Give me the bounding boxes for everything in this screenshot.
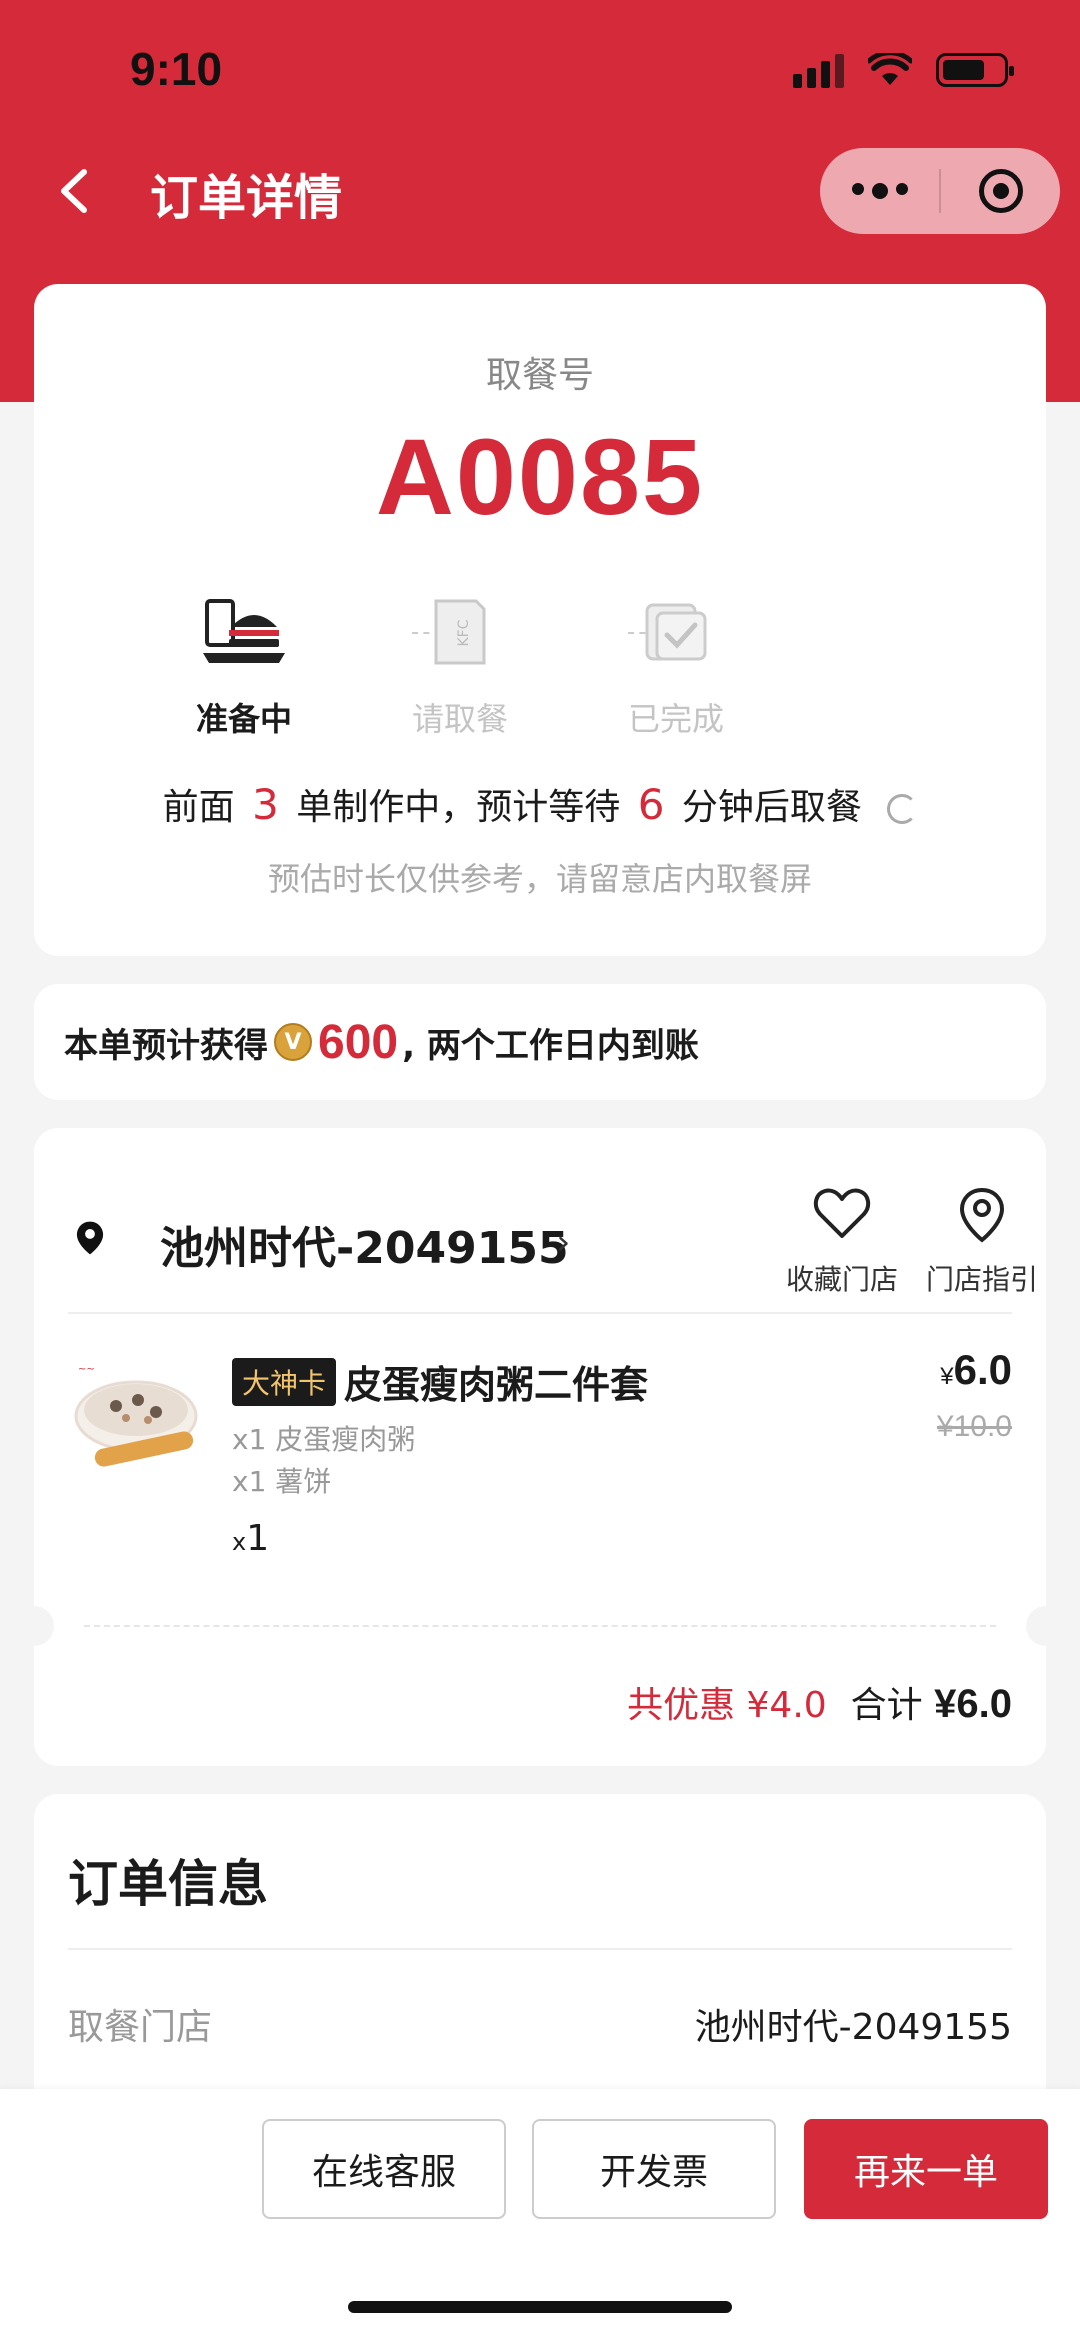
info-key: 取餐门店 — [68, 2007, 213, 2048]
ticket-notch-right — [1026, 1606, 1066, 1646]
item-component: x1 皮蛋瘦肉粥 — [232, 1423, 416, 1456]
wait-suffix: 分钟后取餐 — [681, 787, 862, 828]
step-preparing: 准备中 — [164, 592, 324, 740]
battery-icon — [936, 53, 1014, 87]
item-original-price: ¥10.0 — [936, 1410, 1012, 1443]
food-tray-icon — [203, 599, 285, 663]
reorder-button[interactable]: 再来一单 — [804, 2119, 1048, 2219]
info-value: 池州时代-2049155 — [694, 2007, 1012, 2048]
online-service-button[interactable]: 在线客服 — [262, 2119, 506, 2219]
map-pin-outline-icon — [959, 1187, 1005, 1243]
points-amount: 600 — [318, 1015, 399, 1069]
pickup-card: 取餐号 A0085 准备中 KFC 请取餐 已完成 前面 3 单制作中，预计等待… — [34, 284, 1046, 956]
status-time: 9:10 — [130, 43, 223, 95]
item-name: 皮蛋瘦肉粥二件套 — [344, 1363, 649, 1407]
wait-prefix: 前面 — [162, 787, 235, 828]
invoice-button[interactable]: 开发票 — [532, 2119, 776, 2219]
wait-note: 预估时长仅供参考，请留意店内取餐屏 — [267, 860, 812, 898]
status-bar: 9:10 — [0, 0, 1080, 140]
cellular-signal-icon — [793, 52, 844, 88]
order-totals: 共优惠 ¥4.0 合计 ¥6.0 — [627, 1676, 1012, 1728]
store-guide-button[interactable]: 门店指引 — [922, 1186, 1042, 1298]
orders-ahead: 3 — [252, 780, 279, 829]
step-label: 已完成 — [627, 700, 724, 738]
membership-badge: 大神卡 — [232, 1358, 337, 1406]
points-card: 本单预计获得 V 600 , 两个工作日内到账 — [34, 984, 1046, 1100]
kfc-bag-icon: KFC — [434, 599, 486, 665]
v-coin-icon: V — [274, 1023, 312, 1061]
heart-icon — [813, 1188, 871, 1238]
points-suffix: , 两个工作日内到账 — [402, 1025, 699, 1066]
order-info-title: 订单信息 — [68, 1855, 268, 1913]
wifi-icon — [868, 53, 912, 85]
wait-middle: 单制作中，预计等待 — [296, 787, 621, 828]
location-pin-icon — [76, 1221, 104, 1255]
step-completed: 已完成 — [596, 592, 756, 740]
points-prefix: 本单预计获得 — [64, 1025, 268, 1066]
back-arrow-icon[interactable] — [52, 168, 98, 214]
wait-minutes: 6 — [637, 780, 665, 829]
order-items-card: 池州时代-2049155 › 收藏门店 门店指引 ~~ 大神卡 皮蛋瘦肉粥二件套… — [14, 1128, 1066, 1766]
item-price: ¥6.0 — [940, 1346, 1012, 1394]
discount-total: 共优惠 ¥4.0 — [627, 1685, 827, 1726]
sum-value: ¥6.0 — [934, 1682, 1012, 1726]
svg-text:KFC: KFC — [456, 619, 472, 646]
store-guide-label: 门店指引 — [925, 1263, 1038, 1296]
favorite-store-label: 收藏门店 — [785, 1263, 898, 1296]
home-indicator[interactable] — [348, 2301, 732, 2313]
step-ready: KFC 请取餐 — [380, 592, 540, 740]
qty-value: 1 — [246, 1518, 270, 1559]
pickup-number: A0085 — [375, 416, 705, 537]
sum-label: 合计 ¥6.0 — [851, 1676, 1012, 1728]
more-icon[interactable] — [820, 183, 939, 199]
perforation-divider — [84, 1625, 996, 1627]
pickup-label: 取餐号 — [485, 355, 594, 396]
currency-symbol: ¥ — [940, 1363, 954, 1390]
close-miniprogram-icon[interactable] — [941, 169, 1060, 213]
svg-text:~~: ~~ — [78, 1364, 95, 1375]
congee-product-image: ~~ — [74, 1364, 198, 1467]
refresh-icon[interactable] — [887, 794, 918, 824]
mini-program-capsule — [820, 148, 1060, 234]
ticket-notch-left — [14, 1606, 54, 1646]
wait-status: 前面 3 单制作中，预计等待 6 分钟后取餐 — [34, 778, 1046, 830]
checkmark-cup-icon — [645, 603, 707, 661]
page-title: 订单详情 — [150, 170, 343, 226]
nav-bar: 订单详情 — [0, 140, 1080, 240]
sum-label-text: 合计 — [850, 1685, 923, 1726]
step-label: 请取餐 — [411, 700, 508, 738]
price-value: 6.0 — [953, 1346, 1012, 1393]
store-row[interactable]: 池州时代-2049155 › 收藏门店 门店指引 — [68, 1178, 1038, 1308]
qty-prefix: x — [232, 1528, 247, 1556]
chevron-right-icon: › — [556, 1222, 571, 1263]
step-label: 准备中 — [195, 700, 292, 738]
item-component: x1 薯饼 — [232, 1465, 332, 1498]
favorite-store-button[interactable]: 收藏门店 — [782, 1186, 902, 1298]
item-quantity: x1 — [232, 1518, 269, 1559]
store-name[interactable]: 池州时代-2049155 — [160, 1212, 569, 1276]
bottom-action-bar: 在线客服 开发票 再来一单 — [0, 2089, 1080, 2337]
